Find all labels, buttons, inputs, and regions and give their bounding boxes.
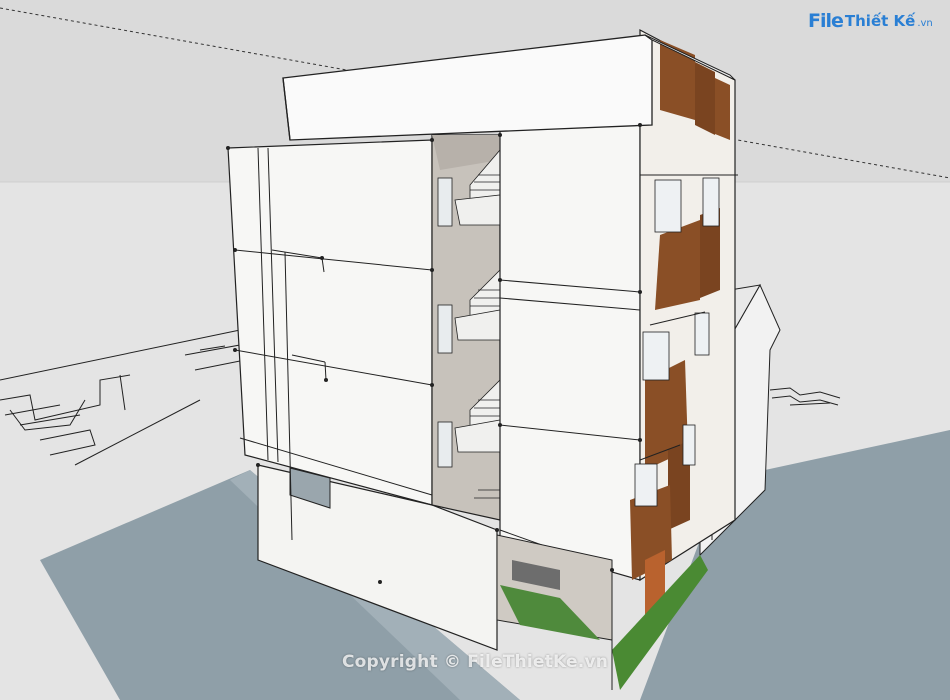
front-facade xyxy=(227,139,433,506)
site-logo: File Thiết Kế .vn xyxy=(808,10,933,32)
logo-file-text: File xyxy=(808,10,844,32)
logo-brand-text: Thiết Kế xyxy=(844,12,916,30)
logo-domain-text: .vn xyxy=(917,17,933,29)
copyright-watermark: Copyright © FileThietKe.vn xyxy=(341,652,609,672)
building-render: File Thiết Kế .vn Copyright © FileThietK… xyxy=(0,0,950,700)
render-canvas xyxy=(0,0,950,700)
side-facade xyxy=(499,124,641,581)
